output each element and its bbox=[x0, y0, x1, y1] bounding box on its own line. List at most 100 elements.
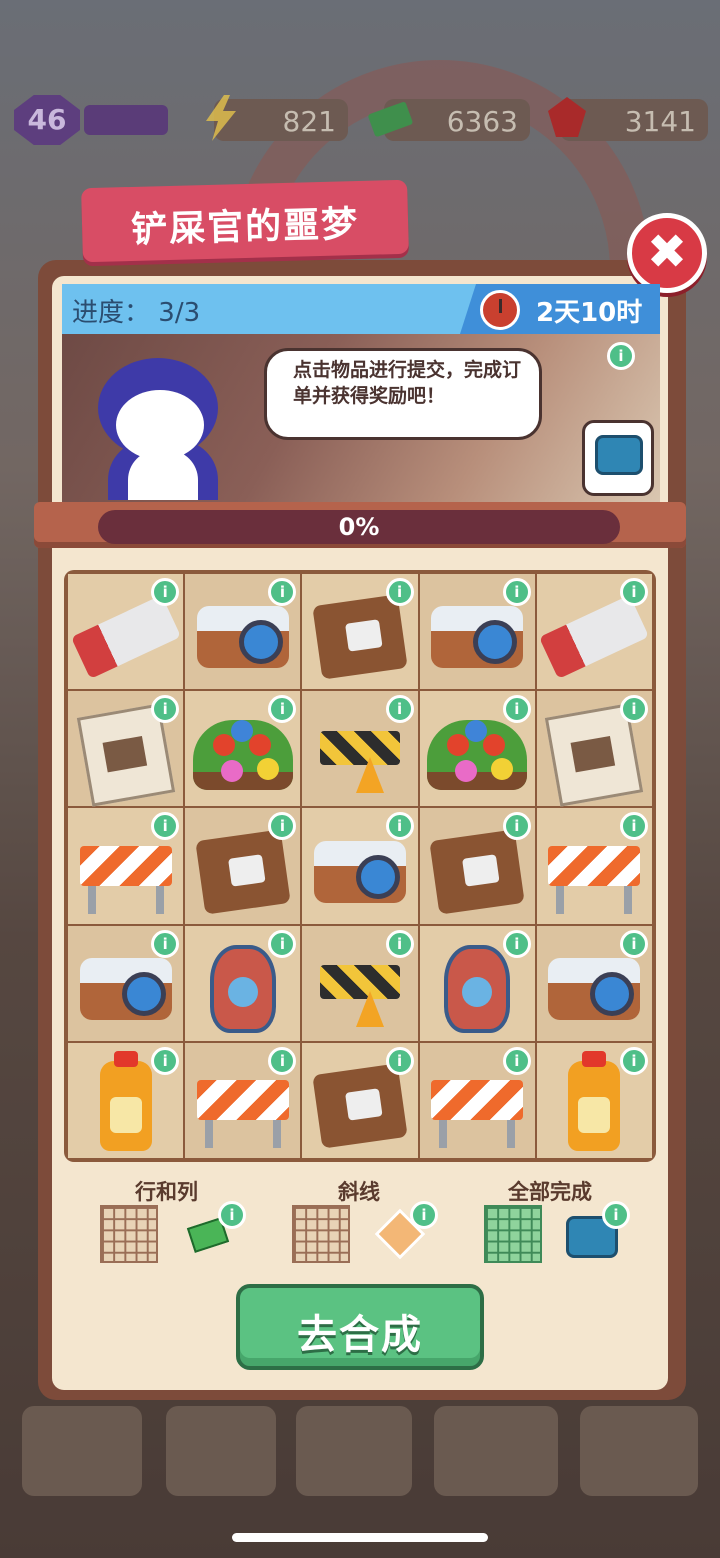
grid-cell[interactable]: i bbox=[419, 574, 535, 690]
grid-cell[interactable]: i bbox=[185, 691, 301, 807]
vase-item bbox=[209, 944, 276, 1033]
item-info-icon[interactable]: i bbox=[619, 1046, 648, 1075]
grid-cell[interactable]: i bbox=[68, 574, 184, 690]
item-info-icon[interactable]: i bbox=[151, 1046, 180, 1075]
back-arrow-button[interactable] bbox=[22, 1406, 142, 1496]
item-info-icon[interactable]: i bbox=[502, 695, 531, 724]
item-info-icon[interactable]: i bbox=[619, 812, 648, 841]
item-info-icon[interactable]: i bbox=[619, 929, 648, 958]
event-title: 铲屎官的噩梦 bbox=[130, 204, 360, 251]
close-button[interactable]: ✖ bbox=[627, 213, 707, 293]
speech-text: 点击物品进行提交，完成订单并获得奖励吧！ bbox=[293, 359, 522, 407]
grid-cell[interactable]: i bbox=[302, 574, 418, 690]
oil-item bbox=[568, 1051, 621, 1152]
reward-chest-preview[interactable] bbox=[582, 420, 654, 496]
energy-counter[interactable]: 821 bbox=[206, 95, 348, 141]
grid-cell[interactable]: i bbox=[536, 1042, 652, 1158]
progress-value: 3/3 bbox=[158, 298, 201, 328]
item-info-icon[interactable]: i bbox=[151, 812, 180, 841]
reward-info-icon[interactable]: i bbox=[602, 1201, 630, 1229]
barrier-item bbox=[319, 717, 400, 793]
folder-item bbox=[429, 829, 525, 915]
speech-bubble: 点击物品进行提交，完成订单并获得奖励吧！ bbox=[264, 348, 542, 440]
chest-icon bbox=[595, 435, 643, 475]
item-info-icon[interactable]: i bbox=[268, 1046, 297, 1075]
grid-cell[interactable]: i bbox=[302, 808, 418, 924]
flowers-item bbox=[192, 719, 293, 790]
close-icon: ✖ bbox=[646, 224, 688, 280]
item-info-icon[interactable]: i bbox=[502, 1046, 531, 1075]
backpack-button[interactable] bbox=[166, 1406, 276, 1496]
clock-icon bbox=[480, 290, 520, 330]
goal-all-label: 全部完成 bbox=[508, 1180, 592, 1204]
scene-info-icon[interactable]: i bbox=[607, 342, 635, 370]
item-info-icon[interactable]: i bbox=[151, 929, 180, 958]
item-info-icon[interactable]: i bbox=[268, 695, 297, 724]
energy-value: 821 bbox=[282, 105, 336, 138]
camera-item bbox=[313, 840, 406, 903]
grid-cell[interactable]: i bbox=[302, 691, 418, 807]
star-button[interactable] bbox=[580, 1406, 698, 1496]
grid-cell[interactable]: i bbox=[302, 1042, 418, 1158]
gems-counter[interactable]: 3141 bbox=[548, 97, 708, 141]
item-info-icon[interactable]: i bbox=[268, 578, 297, 606]
camera-item bbox=[196, 606, 289, 669]
event-timer: 2天10时 bbox=[536, 298, 643, 328]
item-info-icon[interactable]: i bbox=[619, 578, 648, 606]
roadblock-item bbox=[548, 830, 641, 914]
reward-info-icon[interactable]: i bbox=[410, 1201, 438, 1229]
grid-cell[interactable]: i bbox=[419, 808, 535, 924]
grid-cell[interactable]: i bbox=[68, 925, 184, 1041]
item-info-icon[interactable]: i bbox=[502, 929, 531, 958]
go-merge-button[interactable]: 去合成 bbox=[236, 1284, 484, 1370]
grid-cell[interactable]: i bbox=[536, 691, 652, 807]
roadblock-item bbox=[431, 1064, 524, 1149]
saw-item bbox=[70, 595, 181, 680]
item-info-icon[interactable]: i bbox=[385, 812, 414, 841]
gift-box-button[interactable] bbox=[296, 1406, 412, 1496]
level-badge[interactable]: 46 bbox=[14, 95, 84, 145]
home-indicator bbox=[232, 1533, 488, 1542]
progress-text: 进度： 3/3 bbox=[72, 292, 200, 329]
grid-cell[interactable]: i bbox=[185, 574, 301, 690]
completion-bar: 0% bbox=[98, 510, 620, 544]
grid-cell[interactable]: i bbox=[185, 1042, 301, 1158]
go-merge-label: 去合成 bbox=[297, 1312, 423, 1358]
item-info-icon[interactable]: i bbox=[502, 812, 531, 841]
item-info-icon[interactable]: i bbox=[385, 1046, 414, 1075]
reward-info-icon[interactable]: i bbox=[218, 1201, 246, 1229]
grid-cell[interactable]: i bbox=[419, 925, 535, 1041]
item-info-icon[interactable]: i bbox=[619, 695, 648, 724]
grid-cell[interactable]: i bbox=[185, 925, 301, 1041]
grid-cell[interactable]: i bbox=[185, 808, 301, 924]
bingo-grid: i i i i i i i i i i i i i i i i i i i i i i i i i bbox=[64, 570, 656, 1162]
grid-cell[interactable]: i bbox=[302, 925, 418, 1041]
grid-cell[interactable]: i bbox=[68, 1042, 184, 1158]
goal-rows-cols-label: 行和列 bbox=[135, 1180, 198, 1204]
gems-value: 3141 bbox=[624, 105, 696, 138]
folder-item bbox=[195, 829, 291, 915]
item-info-icon[interactable]: i bbox=[385, 695, 414, 724]
grid-cell[interactable]: i bbox=[419, 691, 535, 807]
item-info-icon[interactable]: i bbox=[385, 929, 414, 958]
grid-cell[interactable]: i bbox=[536, 574, 652, 690]
grid-cell[interactable]: i bbox=[536, 925, 652, 1041]
level-progress-bar bbox=[84, 105, 168, 135]
grid-cell[interactable]: i bbox=[68, 691, 184, 807]
cash-value: 6363 bbox=[446, 105, 518, 138]
item-info-icon[interactable]: i bbox=[502, 578, 531, 606]
basket-button[interactable] bbox=[434, 1406, 558, 1496]
grid-cell[interactable]: i bbox=[68, 808, 184, 924]
item-info-icon[interactable]: i bbox=[151, 578, 180, 606]
oil-item bbox=[99, 1051, 152, 1152]
folder-item bbox=[312, 1063, 408, 1149]
cash-counter[interactable]: 6363 bbox=[368, 99, 530, 141]
folder-item bbox=[312, 594, 408, 680]
item-info-icon[interactable]: i bbox=[268, 812, 297, 841]
goal-diagonal-label: 斜线 bbox=[338, 1180, 380, 1204]
item-info-icon[interactable]: i bbox=[268, 929, 297, 958]
item-info-icon[interactable]: i bbox=[385, 578, 414, 606]
grid-cell[interactable]: i bbox=[536, 808, 652, 924]
grid-cell[interactable]: i bbox=[419, 1042, 535, 1158]
item-info-icon[interactable]: i bbox=[151, 695, 180, 724]
